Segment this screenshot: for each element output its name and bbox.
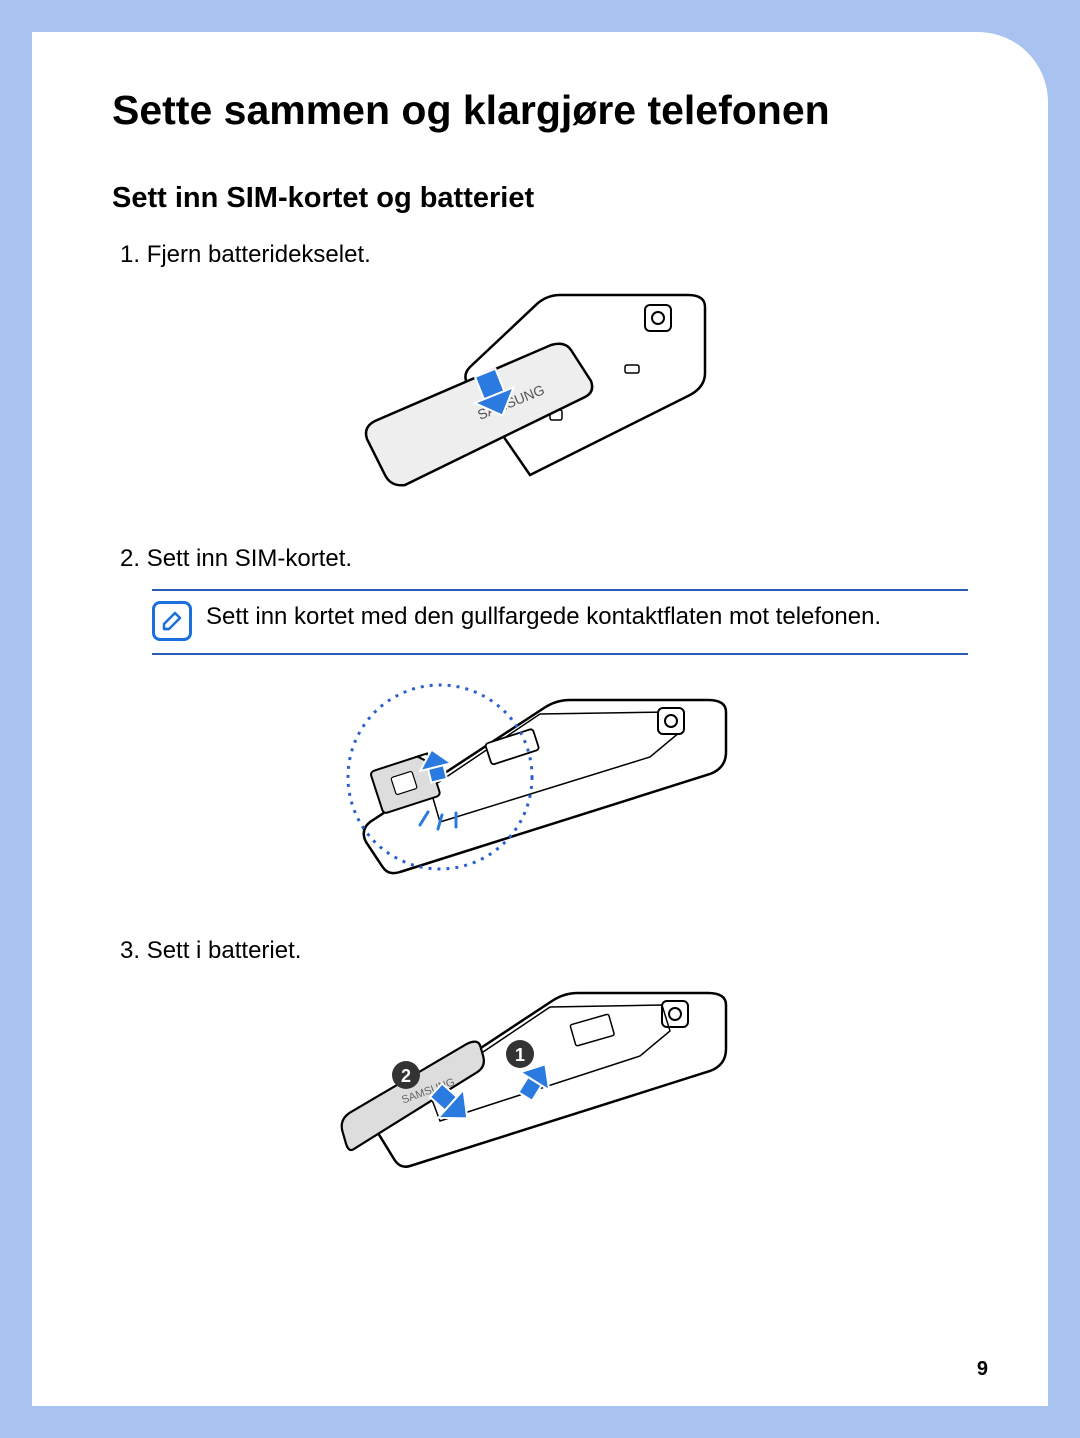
- section-heading: Sett inn SIM-kortet og batteriet: [112, 182, 968, 215]
- step-text: Sett i batteriet.: [147, 937, 302, 964]
- page-number: 9: [977, 1358, 988, 1381]
- note-text: Sett inn kortet med den gullfargede kont…: [206, 601, 881, 641]
- step-3: 3. Sett i batteriet.: [120, 937, 968, 965]
- callout-1-icon: 1: [506, 1040, 534, 1068]
- callout-2-icon: 2: [392, 1061, 420, 1089]
- illustration-insert-battery: SAMSUNG 1 2: [112, 981, 968, 1211]
- step-text: Fjern batteridekselet.: [147, 241, 371, 268]
- step-number: 1.: [120, 241, 140, 268]
- note-callout: Sett inn kortet med den gullfargede kont…: [152, 589, 968, 655]
- illustration-remove-cover: SAMSUNG: [112, 285, 968, 515]
- step-1: 1. Fjern batteridekselet.: [120, 241, 968, 269]
- illustration-insert-sim: [112, 677, 968, 907]
- step-text: Sett inn SIM-kortet.: [147, 545, 352, 572]
- svg-text:1: 1: [515, 1045, 525, 1065]
- manual-page: Sette sammen og klargjøre telefonen Sett…: [32, 32, 1048, 1406]
- page-title: Sette sammen og klargjøre telefonen: [112, 87, 968, 134]
- step-2: 2. Sett inn SIM-kortet.: [120, 545, 968, 573]
- note-icon: [152, 601, 192, 641]
- step-number: 3.: [120, 937, 140, 964]
- step-number: 2.: [120, 545, 140, 572]
- svg-text:2: 2: [401, 1066, 411, 1086]
